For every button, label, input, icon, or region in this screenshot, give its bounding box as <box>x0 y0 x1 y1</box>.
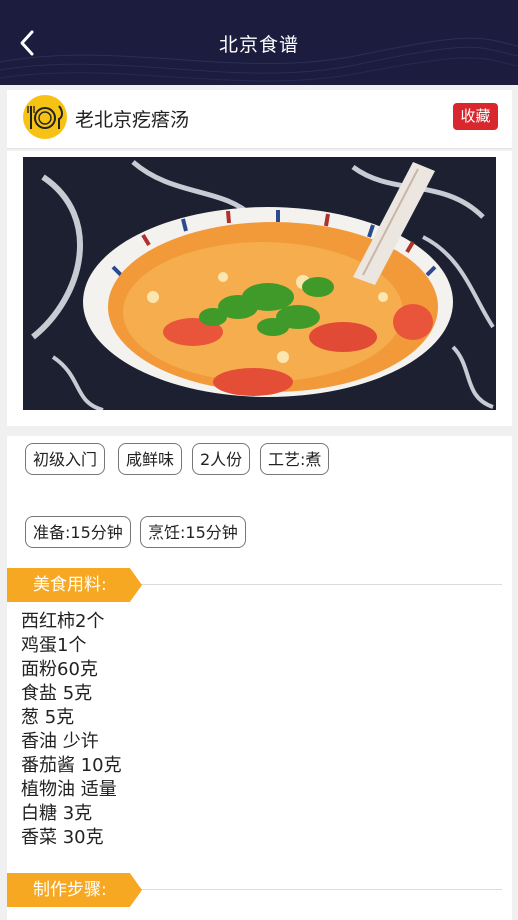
list-item: 番茄酱 10克 <box>21 755 122 776</box>
list-item: 白糖 3克 <box>21 803 93 824</box>
list-item: 食盐 5克 <box>21 683 93 704</box>
list-item: 鸡蛋1个 <box>21 635 87 656</box>
nav-bar: 北京食谱 <box>0 0 518 85</box>
tag-prep-time: 准备:15分钟 <box>25 516 131 548</box>
steps-section-header: 制作步骤: <box>7 873 512 907</box>
ingredient-list: 西红柿2个 鸡蛋1个 面粉60克 食盐 5克 葱 5克 香油 少许 番茄酱 10… <box>21 610 122 850</box>
tag-technique: 工艺:煮 <box>260 443 330 475</box>
recipe-logo <box>23 95 67 139</box>
recipe-info-card: 初级入门 咸鲜味 2人份 工艺:煮 准备:15分钟 烹饪:15分钟 美食用料: … <box>7 436 512 920</box>
tag-difficulty: 初级入门 <box>25 443 106 475</box>
list-item: 西红柿2个 <box>21 611 105 632</box>
list-item: 香菜 30克 <box>21 827 104 848</box>
steps-section-title: 制作步骤: <box>7 873 142 907</box>
favorite-button[interactable]: 收藏 <box>453 103 498 130</box>
ingredients-section-header: 美食用料: <box>7 568 512 602</box>
recipe-photo <box>23 157 496 410</box>
list-item: 面粉60克 <box>21 659 98 680</box>
tag-flavor: 咸鲜味 <box>118 443 183 475</box>
tag-servings: 2人份 <box>192 443 251 475</box>
plate-fork-knife-icon <box>27 105 63 129</box>
list-item: 葱 5克 <box>21 707 75 728</box>
ingredients-section-title: 美食用料: <box>7 568 142 602</box>
page-title: 北京食谱 <box>218 34 299 56</box>
recipe-title: 老北京疙瘩汤 <box>75 109 190 131</box>
list-item: 植物油 适量 <box>21 779 117 800</box>
recipe-photo-card <box>7 151 512 426</box>
list-item: 香油 少许 <box>21 731 99 752</box>
tag-cook-time: 烹饪:15分钟 <box>140 516 246 548</box>
recipe-header: 老北京疙瘩汤 收藏 <box>7 90 512 149</box>
